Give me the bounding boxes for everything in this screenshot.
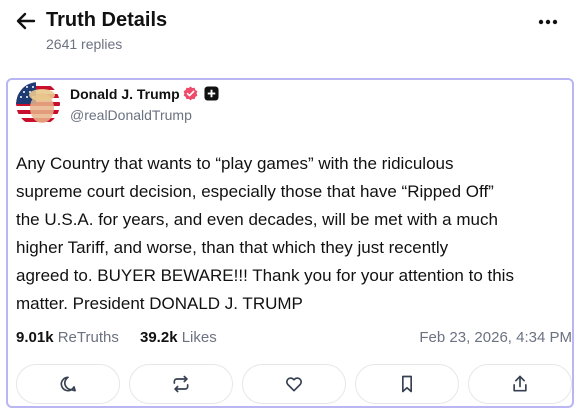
- avatar[interactable]: [16, 82, 60, 126]
- share-button[interactable]: [468, 364, 572, 404]
- repost-icon: [173, 375, 189, 393]
- post-body-line: matter. President DONALD J. TRUMP: [16, 294, 303, 313]
- post-actions: [16, 364, 572, 408]
- plus-badge-icon: [204, 86, 219, 101]
- retruths-label: ReTruths: [57, 329, 119, 346]
- likes-stat[interactable]: 39.2k Likes: [140, 328, 217, 348]
- bookmark-icon: [402, 375, 412, 393]
- page-title: Truth Details: [46, 9, 168, 31]
- post-timestamp: Feb 23, 2026, 4:34 PM: [419, 329, 572, 346]
- verified-badge-icon: [183, 86, 198, 101]
- arrow-left-icon: [16, 12, 36, 30]
- post-card: Donald J. Trump @realDonaldTrump Any Cou…: [6, 78, 574, 408]
- replies-count: 2641 replies: [46, 36, 123, 52]
- likes-label: Likes: [181, 329, 217, 346]
- like-button[interactable]: [242, 364, 346, 404]
- author-name[interactable]: Donald J. Trump: [70, 85, 180, 103]
- author-handle[interactable]: @realDonaldTrump: [70, 107, 192, 123]
- post-body-line: agreed to. BUYER BEWARE!!! Thank you for…: [16, 266, 514, 285]
- post-body-line: the U.S.A. for years, and even decades, …: [16, 210, 498, 229]
- back-button[interactable]: [14, 9, 38, 33]
- bookmark-button[interactable]: [355, 364, 459, 404]
- retruths-stat[interactable]: 9.01k ReTruths: [16, 328, 119, 348]
- post-body-line: Any Country that wants to “play games” w…: [16, 154, 454, 173]
- post-stats: 9.01k ReTruths 39.2k Likes Feb 23, 2026,…: [16, 328, 572, 348]
- reply-bubble-icon: [60, 376, 76, 392]
- retruths-count: 9.01k: [16, 329, 54, 346]
- page-header: Truth Details 2641 replies: [0, 0, 579, 60]
- reply-button[interactable]: [16, 364, 120, 404]
- more-options-button[interactable]: [536, 12, 560, 32]
- heart-icon: [285, 377, 303, 392]
- post-body-line: higher Tariff, and worse, than that whic…: [16, 238, 449, 257]
- post-body: Any Country that wants to “play games” w…: [16, 150, 572, 318]
- post-body-line: supreme court decision, especially those…: [16, 182, 494, 201]
- retruth-button[interactable]: [129, 364, 233, 404]
- share-icon: [513, 375, 527, 392]
- more-horizontal-icon: [538, 19, 558, 25]
- likes-count: 39.2k: [140, 329, 178, 346]
